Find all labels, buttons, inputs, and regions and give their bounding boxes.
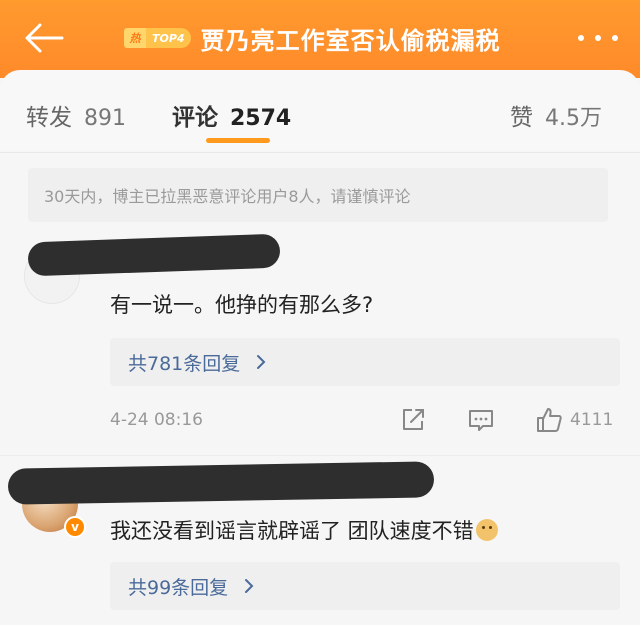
thumbs-up-icon [534, 405, 564, 435]
tab-count: 2574 [230, 106, 292, 131]
reply-count-label: 共99条回复 [128, 576, 229, 599]
comment-text: 我还没看到谣言就辟谣了 团队速度不错 [110, 515, 498, 545]
tab-label: 评论 [172, 105, 218, 131]
comment-text-body: 我还没看到谣言就辟谣了 团队速度不错 [110, 519, 474, 543]
more-dot [612, 35, 618, 41]
tab-divider [0, 152, 640, 153]
tab-reposts[interactable]: 转发 891 [26, 98, 126, 132]
reply-count-label: 共781条回复 [128, 352, 241, 375]
chevron-right-icon [242, 577, 256, 595]
doge-emoji-icon [475, 519, 498, 541]
redacted-username [7, 461, 435, 505]
comment-icon[interactable] [466, 405, 496, 435]
chevron-right-icon [254, 353, 268, 371]
share-icon[interactable] [398, 405, 428, 435]
moderation-notice: 30天内，博主已拉黑恶意评论用户8人，请谨慎评论 [28, 168, 608, 222]
comment-timestamp: 4-24 08:16 [110, 410, 203, 430]
topic-title-group[interactable]: 热 TOP4 贾乃亮工作室否认偷税漏税 [124, 20, 501, 56]
verified-badge-icon: v [64, 516, 86, 538]
tab-comments[interactable]: 评论 2574 [172, 98, 291, 132]
tab-count: 891 [84, 106, 126, 131]
page-title: 贾乃亮工作室否认偷税漏税 [200, 26, 501, 55]
comment-text: 有一说一。他挣的有那么多? [110, 293, 374, 317]
tab-bar: 转发 891 评论 2574 赞 4.5万 [0, 70, 640, 150]
more-dot [578, 35, 584, 41]
redacted-username [27, 233, 281, 277]
tab-likes[interactable]: 赞 4.5万 [510, 98, 602, 132]
more-dot [595, 35, 601, 41]
comment-divider [0, 455, 640, 456]
rank-badge-text: TOP4 [146, 28, 191, 48]
tab-label: 赞 [510, 105, 533, 131]
back-arrow-icon[interactable] [22, 20, 66, 56]
like-button[interactable]: 4111 [534, 405, 613, 435]
view-replies-button[interactable]: 共99条回复 [110, 562, 620, 610]
top-bar: 热 TOP4 贾乃亮工作室否认偷税漏税 [0, 0, 640, 78]
tab-count: 4.5万 [545, 106, 602, 131]
tab-label: 转发 [26, 105, 72, 131]
view-replies-button[interactable]: 共781条回复 [110, 338, 620, 386]
hot-badge-icon: 热 [124, 28, 146, 48]
like-count: 4111 [570, 410, 614, 430]
more-options-icon[interactable] [578, 24, 618, 52]
hot-rank-badge: 热 TOP4 [124, 26, 191, 50]
active-tab-indicator [206, 138, 270, 143]
